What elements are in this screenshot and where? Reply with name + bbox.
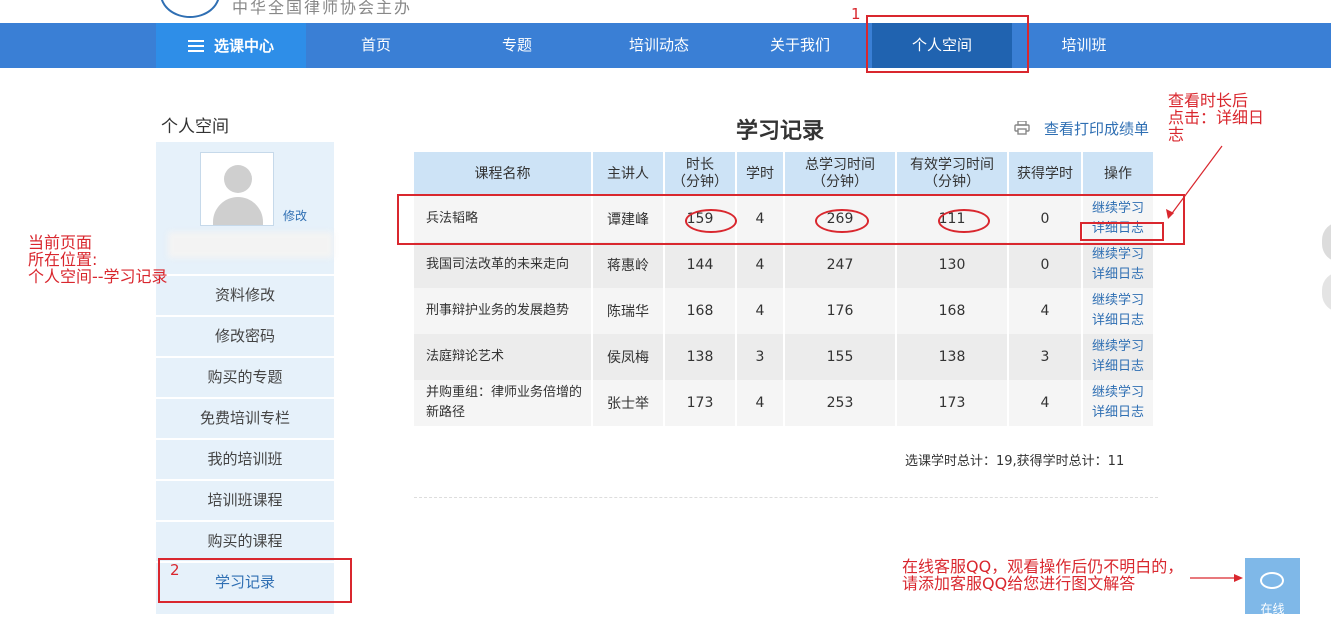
- arrow-head: [1234, 574, 1243, 582]
- arrow-head: [1166, 209, 1174, 219]
- arrow-to-detail-log: [1169, 145, 1223, 217]
- annotation-arrows: [1166, 145, 1243, 582]
